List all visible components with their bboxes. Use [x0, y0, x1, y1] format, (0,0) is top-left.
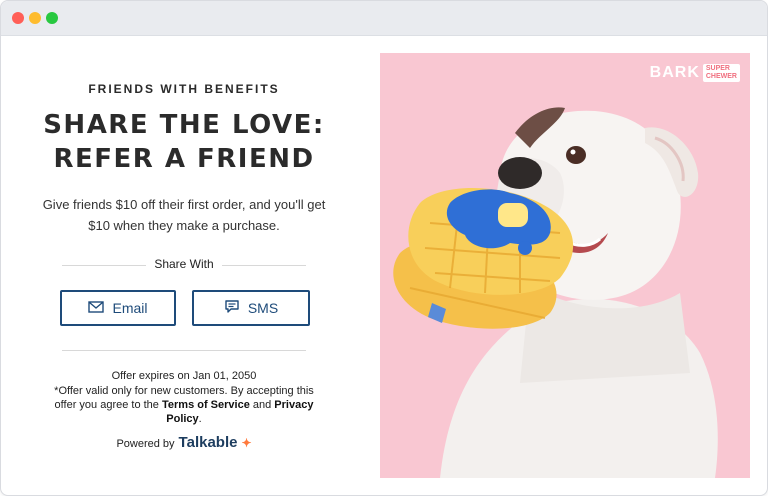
- email-button-label: Email: [112, 300, 148, 316]
- share-with-divider: Share With: [62, 256, 306, 274]
- bark-logo-text: BARK: [649, 64, 700, 81]
- maximize-window-button[interactable]: [46, 12, 58, 24]
- referral-panel: FRIENDS WITH BENEFITS SHARE THE LOVE: RE…: [1, 36, 367, 495]
- hero-image: BARK SUPER CHEWER: [380, 53, 750, 478]
- powered-by: Powered by Talkable ✦: [1, 434, 367, 451]
- terms-and: and: [249, 399, 275, 411]
- browser-window: FRIENDS WITH BENEFITS SHARE THE LOVE: RE…: [0, 0, 768, 496]
- chewer-label: CHEWER: [705, 73, 737, 80]
- sms-button-label: SMS: [247, 300, 279, 316]
- share-sms-button[interactable]: SMS: [192, 290, 310, 326]
- headline-line-1: SHARE THE LOVE:: [43, 110, 325, 140]
- headline: SHARE THE LOVE: REFER A FRIEND: [1, 108, 367, 176]
- terms-text: *Offer valid only for new customers. By …: [47, 384, 321, 426]
- offer-description: Give friends $10 off their first order, …: [42, 197, 326, 233]
- super-label: SUPER: [705, 65, 730, 72]
- powered-by-label: Powered by: [116, 438, 175, 450]
- headline-line-2: REFER A FRIEND: [53, 144, 315, 174]
- close-window-button[interactable]: [12, 12, 24, 24]
- dog-with-waffle-toy-illustration: [393, 107, 718, 478]
- section-divider: [62, 350, 306, 351]
- offer-expiry: Offer expires on Jan 01, 2050: [111, 370, 257, 382]
- sms-icon: [224, 299, 240, 317]
- terms-end: .: [198, 413, 202, 425]
- share-with-label: Share With: [154, 257, 214, 271]
- super-chewer-badge: SUPER CHEWER: [702, 64, 740, 82]
- share-email-button[interactable]: Email: [60, 290, 176, 326]
- title-bar: [1, 1, 767, 36]
- talkable-mark-icon: ✦: [241, 436, 252, 450]
- divider-line-right: [222, 265, 306, 266]
- talkable-logo[interactable]: Talkable: [179, 434, 238, 451]
- email-icon: [88, 300, 105, 317]
- minimize-window-button[interactable]: [29, 12, 41, 24]
- eyebrow-text: FRIENDS WITH BENEFITS: [88, 82, 280, 96]
- terms-of-service-link[interactable]: Terms of Service: [162, 399, 250, 411]
- bark-super-chewer-logo: BARK SUPER CHEWER: [650, 64, 740, 82]
